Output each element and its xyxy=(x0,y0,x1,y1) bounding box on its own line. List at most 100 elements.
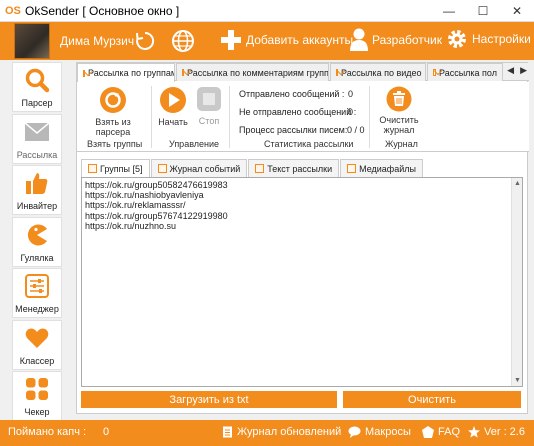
tab-label: Рассылка пол xyxy=(438,67,497,78)
minimize-button[interactable]: — xyxy=(432,0,466,22)
trash-icon xyxy=(386,86,412,112)
play-icon xyxy=(160,87,186,113)
macros-link[interactable]: Макросы xyxy=(348,426,411,438)
close-button[interactable]: ✕ xyxy=(500,0,534,22)
clear-button[interactable]: Очистить xyxy=(343,391,521,408)
grid-icon xyxy=(23,376,51,402)
load-from-txt-button[interactable]: Загрузить из txt xyxy=(81,391,337,408)
tab-scroll-right-icon[interactable]: ▶ xyxy=(520,65,527,76)
not-sent-label: Не отправлено сообщений : xyxy=(239,107,357,117)
tab-label: Рассылка по комментариям групп xyxy=(187,67,329,78)
tab-video-mailing[interactable]: Рассылка по видео xyxy=(330,63,426,81)
sidebar-item-label: Парсер xyxy=(21,98,53,108)
scroll-down-icon[interactable]: ▼ xyxy=(512,375,523,386)
content-tabs: Группы [5] Журнал событий Текст рассылки… xyxy=(81,159,424,177)
ribbon: Взять из парсера Взять группы Начать Сто… xyxy=(77,82,529,152)
settings-button[interactable]: Настройки xyxy=(446,28,531,50)
avatar[interactable] xyxy=(14,23,50,59)
gear-icon xyxy=(448,30,466,48)
tab-label: Рассылка по видео xyxy=(341,67,422,78)
sidebar-item-label: Рассылка xyxy=(16,149,58,160)
developer-button[interactable]: Разработчик xyxy=(350,28,442,52)
heart-icon xyxy=(23,325,51,351)
tab-comment-mailing[interactable]: Рассылка по комментариям групп xyxy=(176,63,329,81)
tab-label: Журнал событий xyxy=(169,163,241,174)
refresh-button[interactable] xyxy=(132,28,158,54)
journal-label: Журнал xyxy=(385,139,418,149)
tab-label: Текст рассылки xyxy=(267,163,333,174)
ribbon-separator xyxy=(229,86,230,148)
take-from-parser-button[interactable]: Взять из парсера xyxy=(93,86,133,137)
header-bar: Дима Мурзич Добавить аккаунты Разработчи… xyxy=(0,22,534,60)
sidebar-item-parser[interactable]: Парсер xyxy=(12,62,62,112)
document-icon xyxy=(223,426,232,438)
plus-icon xyxy=(221,30,241,50)
sent-value: 0 xyxy=(348,89,354,99)
window-title: OkSender [ Основное окно ] xyxy=(25,3,180,18)
groups-tab-icon xyxy=(88,164,97,173)
take-from-parser-label: Взять из парсера xyxy=(95,117,131,137)
envelope-icon xyxy=(182,69,184,76)
captcha-counter: Поймано капч : xyxy=(8,426,86,438)
tab-scroll-left-icon[interactable]: ◀ xyxy=(507,65,514,76)
groups-textarea[interactable]: https://ok.ru/group50582476619983 https:… xyxy=(81,177,523,387)
process-label: Процесс рассылки писем: xyxy=(239,125,348,135)
sidebar-item-walker[interactable]: Гулялка xyxy=(12,216,62,267)
star-icon xyxy=(468,426,480,438)
globe-icon xyxy=(172,30,194,52)
sidebar-item-classer[interactable]: Классер xyxy=(12,319,62,370)
question-icon xyxy=(422,426,434,438)
tab-user-mailing[interactable]: Рассылка пол xyxy=(427,63,503,81)
list-item: https://ok.ru/reklamasssr/ xyxy=(85,200,186,211)
sidebar-item-label: Чекер xyxy=(24,407,50,417)
parser-target-icon xyxy=(100,87,126,113)
start-button[interactable]: Начать xyxy=(158,86,188,127)
envelope-icon xyxy=(83,69,85,77)
globe-button[interactable] xyxy=(170,28,196,54)
textarea-scrollbar[interactable]: ▲ ▼ xyxy=(511,178,522,386)
stop-label: Стоп xyxy=(198,116,220,126)
sidebar-item-checker[interactable]: Чекер xyxy=(12,371,62,421)
faq-link[interactable]: FAQ xyxy=(422,426,460,438)
stop-icon xyxy=(197,87,221,111)
stats-label: Статистика рассылки xyxy=(264,139,354,149)
list-item: https://ok.ru/group57674122919980 xyxy=(85,210,228,221)
sliders-icon xyxy=(23,273,51,299)
sidebar-item-inviter[interactable]: Инвайтер xyxy=(12,165,62,215)
add-accounts-button[interactable]: Добавить аккаунты xyxy=(220,29,353,51)
envelope-icon xyxy=(23,119,51,145)
control-label: Управление xyxy=(169,139,220,149)
captcha-label: Поймано капч : xyxy=(8,426,87,438)
tab-event-log[interactable]: Журнал событий xyxy=(150,159,248,177)
user-icon xyxy=(350,28,368,51)
tab-mailing-text[interactable]: Текст рассылки xyxy=(248,159,340,177)
window-controls: — ☐ ✕ xyxy=(432,0,534,22)
username: Дима Мурзич xyxy=(60,34,135,48)
updates-log-link[interactable]: Журнал обновлений xyxy=(222,426,341,438)
clear-journal-button[interactable]: Очистить журнал xyxy=(377,86,421,135)
thumbs-up-icon xyxy=(23,170,51,196)
search-icon xyxy=(23,67,51,93)
title-bar: OS OkSender [ Основное окно ] — ☐ ✕ xyxy=(0,0,534,22)
stop-button[interactable]: Стоп xyxy=(196,86,222,126)
envelope-icon xyxy=(433,69,436,76)
sidebar-item-label: Инвайтер xyxy=(16,201,58,211)
version-label: Ver : 2.6 xyxy=(484,426,525,438)
sidebar: Парсер Рассылка Инвайтер Гулялка Менедже… xyxy=(12,62,68,423)
list-item: https://ok.ru/group50582476619983 xyxy=(85,180,228,190)
updates-log-label: Журнал обновлений xyxy=(237,426,342,438)
faq-label: FAQ xyxy=(438,426,461,438)
tab-media-files[interactable]: Медиафайлы xyxy=(340,159,423,177)
tab-group-mailing[interactable]: Рассылка по группам xyxy=(77,63,175,82)
ribbon-separator xyxy=(369,86,370,148)
ribbon-separator xyxy=(151,86,152,148)
maximize-button[interactable]: ☐ xyxy=(466,0,500,22)
sidebar-item-label: Менеджер xyxy=(15,304,59,314)
scroll-up-icon[interactable]: ▲ xyxy=(512,178,523,189)
envelope-icon xyxy=(336,69,338,76)
clear-journal-label: Очистить журнал xyxy=(379,115,419,135)
sidebar-item-mailing[interactable]: Рассылка xyxy=(12,113,62,164)
sidebar-item-manager[interactable]: Менеджер xyxy=(12,268,62,318)
tab-groups[interactable]: Группы [5] xyxy=(81,159,150,177)
log-tab-icon xyxy=(157,164,167,173)
